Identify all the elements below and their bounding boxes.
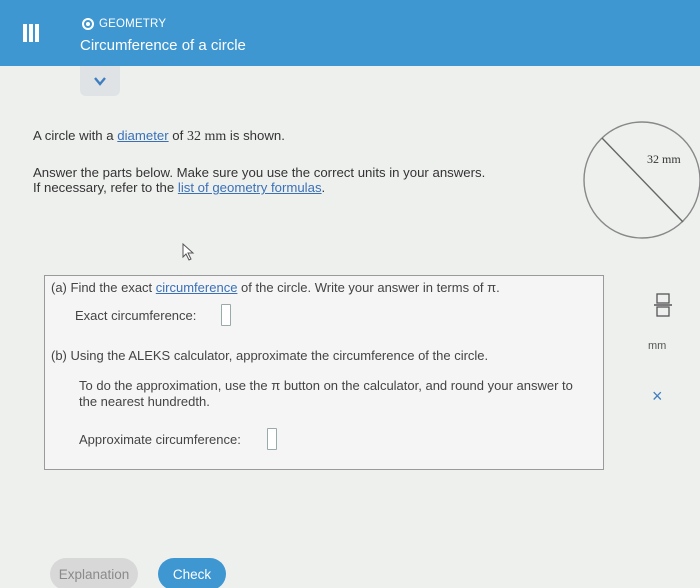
part-b-instruction: To do the approximation, use the π butto… [79, 378, 573, 409]
problem-statement: A circle with a diameter of 32 mm is sho… [33, 128, 285, 144]
diameter-line [601, 137, 684, 223]
approximate-circumference-label: Approximate circumference: [79, 432, 241, 447]
answer-tools: mm × [632, 276, 692, 424]
clear-icon[interactable]: × [652, 386, 663, 407]
circle-figure: 32 mm [583, 121, 700, 239]
part-b-question: (b) Using the ALEKS calculator, approxim… [51, 348, 489, 363]
chevron-down-icon [94, 77, 106, 86]
approximate-circumference-input[interactable] [267, 428, 277, 450]
collapse-toggle[interactable] [80, 66, 120, 96]
header-bar: GEOMETRY Circumference of a circle [0, 0, 700, 66]
subject-label: GEOMETRY [82, 18, 166, 30]
geometry-formulas-link[interactable]: list of geometry formulas [178, 180, 322, 195]
answer-panel: (a) Find the exact circumference of the … [44, 275, 604, 470]
subject-dot-icon [82, 18, 94, 30]
diameter-value: 32 mm [186, 129, 227, 144]
mouse-pointer-icon [182, 243, 195, 261]
exact-circumference-input[interactable] [221, 304, 231, 326]
unit-mm-button[interactable]: mm [648, 340, 666, 352]
menu-icon[interactable] [16, 20, 46, 46]
diameter-link[interactable]: diameter [117, 128, 168, 143]
formulas-line: If necessary, refer to the list of geome… [33, 180, 326, 195]
diameter-label: 32 mm [647, 152, 681, 166]
instructions-line: Answer the parts below. Make sure you us… [33, 165, 486, 180]
topic-title: Circumference of a circle [80, 37, 246, 54]
fraction-icon[interactable] [652, 292, 674, 318]
exact-circumference-label: Exact circumference: [75, 308, 197, 323]
part-a-question: (a) Find the exact circumference of the … [51, 280, 500, 295]
subject-text: GEOMETRY [99, 18, 167, 30]
explanation-button[interactable]: Explanation [50, 558, 138, 588]
check-button[interactable]: Check [158, 558, 226, 588]
circumference-link[interactable]: circumference [156, 280, 238, 295]
